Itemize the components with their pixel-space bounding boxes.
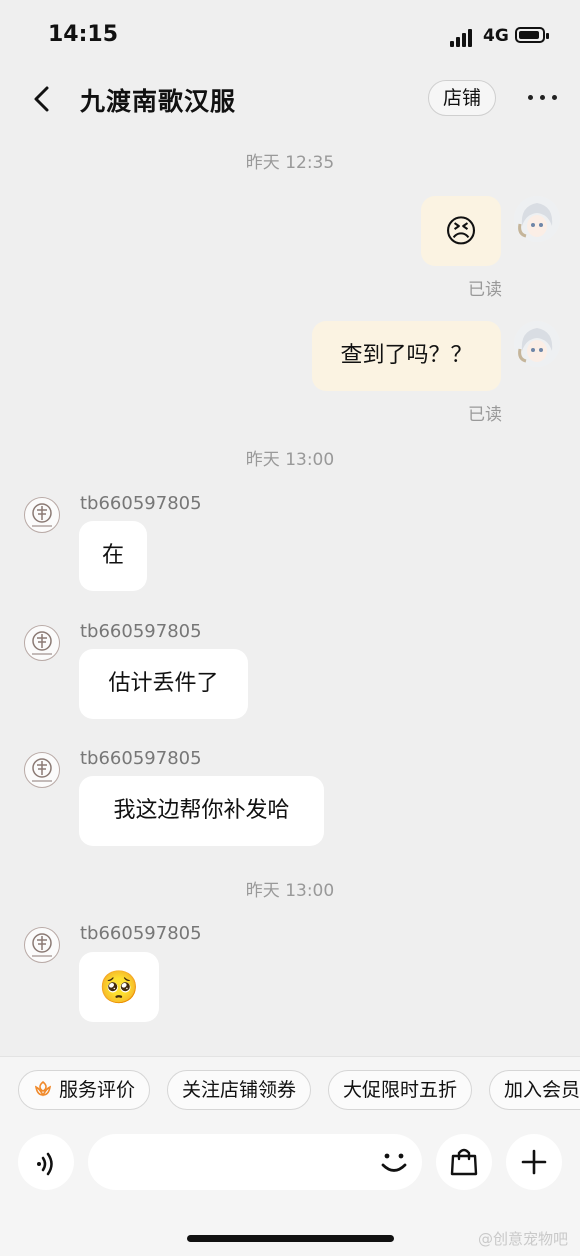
- chevron-left-icon: [34, 86, 49, 112]
- emoji-button[interactable]: [376, 1144, 412, 1180]
- shop-message-bubble[interactable]: 🥺: [79, 952, 159, 1022]
- smiley-icon: [381, 1153, 407, 1172]
- network-type: 4G: [483, 26, 509, 46]
- plus-icon: [521, 1149, 547, 1175]
- read-receipt: 已读: [468, 280, 502, 300]
- my-message-bubble[interactable]: 查到了吗？？: [312, 321, 501, 391]
- shopping-bag-icon: [450, 1148, 478, 1176]
- shop-avatar[interactable]: [24, 752, 60, 788]
- sender-name: tb660597805: [80, 748, 202, 769]
- back-button[interactable]: [28, 84, 58, 114]
- read-receipt: 已读: [468, 405, 502, 425]
- chat-title: 九渡南歌汉服: [80, 87, 237, 116]
- service-review-chip[interactable]: 服务评价: [18, 1070, 151, 1110]
- shop-avatar[interactable]: [24, 625, 60, 661]
- product-button[interactable]: [436, 1134, 492, 1190]
- home-indicator[interactable]: [187, 1235, 394, 1242]
- sale-chip[interactable]: 大促限时五折: [328, 1070, 473, 1110]
- message-input[interactable]: [88, 1134, 422, 1190]
- join-member-chip[interactable]: 加入会员: [489, 1070, 580, 1110]
- more-actions-button[interactable]: [506, 1134, 562, 1190]
- my-avatar[interactable]: [514, 196, 560, 242]
- shop-message-bubble[interactable]: 在: [79, 521, 147, 591]
- sender-name: tb660597805: [80, 923, 202, 944]
- timestamp: 昨天 13:00: [245, 450, 335, 470]
- watermark: @创意宠物吧: [478, 1230, 569, 1248]
- sender-name: tb660597805: [80, 493, 202, 514]
- shop-logo-icon: [32, 758, 52, 782]
- my-avatar[interactable]: [514, 321, 560, 367]
- my-message-bubble[interactable]: 😣: [421, 196, 501, 266]
- anime-avatar-icon: [514, 321, 560, 367]
- shop-avatar[interactable]: [24, 497, 60, 533]
- shop-avatar[interactable]: [24, 927, 60, 963]
- shop-logo-icon: [32, 933, 52, 957]
- battery-icon: [515, 27, 549, 43]
- more-options-button[interactable]: [528, 95, 558, 101]
- shop-button[interactable]: 店铺: [428, 80, 496, 116]
- shop-message-bubble[interactable]: 估计丢件了: [79, 649, 248, 719]
- voice-button[interactable]: [18, 1134, 74, 1190]
- voice-icon: [37, 1152, 53, 1176]
- timestamp: 昨天 13:00: [245, 881, 335, 901]
- service-review-label: 服务评价: [59, 1079, 136, 1101]
- shop-logo-icon: [32, 631, 52, 655]
- signal-icon: [450, 27, 476, 47]
- follow-coupon-chip[interactable]: 关注店铺领券: [167, 1070, 312, 1110]
- shop-message-bubble[interactable]: 我这边帮你补发哈: [79, 776, 324, 846]
- sender-name: tb660597805: [80, 621, 202, 642]
- flower-icon: [34, 1080, 52, 1097]
- status-time: 14:15: [48, 22, 119, 47]
- shop-logo-icon: [32, 503, 52, 527]
- anime-avatar-icon: [514, 196, 560, 242]
- timestamp: 昨天 12:35: [245, 153, 335, 173]
